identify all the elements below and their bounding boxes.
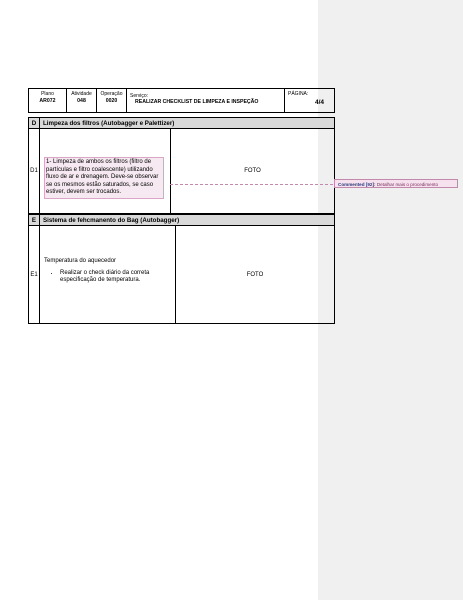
atividade-label: Atividade — [71, 91, 92, 97]
pagina-cell: PÁGINA: 4/4 — [284, 88, 335, 113]
row-id-e1: E1 — [28, 225, 40, 324]
pagina-label: PÁGINA: — [288, 91, 309, 97]
e1-photo-placeholder: FOTO — [174, 225, 336, 324]
operacao-value: 0020 — [105, 98, 118, 104]
row-id-d1: D1 — [28, 128, 40, 214]
section-d-title: Limpeza dos filtros (Autobagger e Palett… — [39, 117, 335, 129]
comment-connector-line — [170, 184, 333, 185]
comments-pane — [318, 0, 463, 600]
section-d-letter: D — [28, 117, 40, 129]
atividade-value: 048 — [77, 98, 86, 104]
pagina-value: 4/4 — [314, 99, 324, 106]
section-e-table: E Sistema de fehcmanento do Bag (Autobag… — [28, 214, 336, 324]
section-e-title: Sistema de fehcmanento do Bag (Autobagge… — [38, 214, 336, 226]
e1-bullet-list: Realizar o check diário da correta espec… — [44, 270, 169, 285]
operacao-cell: Operação 0020 — [96, 88, 127, 113]
d1-commented-text[interactable]: 1- Limpeza de ambos os filtros (filtro d… — [44, 157, 164, 199]
comment-text: Detalhar mais o procedimento — [376, 182, 439, 187]
d1-photo-placeholder: FOTO — [170, 128, 335, 214]
comment-author: Commented [92]: — [338, 182, 376, 187]
e1-intro: Temperatura do aquecedor — [44, 258, 117, 264]
plano-value: AR072 — [39, 98, 56, 104]
servico-cell: Serviço: REALIZAR CHECKLIST DE LIMPEZA E… — [126, 88, 285, 113]
section-d-table: D Limpeza dos filtros (Autobagger e Pale… — [28, 117, 335, 214]
comment-balloon[interactable]: Commented [92]: Detalhar mais o procedim… — [334, 179, 458, 188]
plano-label: Plano — [41, 91, 54, 97]
servico-value: REALIZAR CHECKLIST DE LIMPEZA E INSPEÇÃO — [135, 99, 259, 105]
d1-description-cell: 1- Limpeza de ambos os filtros (filtro d… — [39, 128, 171, 214]
document-header-table: Plano AR072 Atividade 048 Operação 0020 … — [28, 88, 335, 113]
e1-description-cell: Temperatura do aquecedor Realizar o chec… — [39, 225, 176, 324]
plano-cell: Plano AR072 — [28, 88, 67, 113]
e1-bullet-item: Realizar o check diário da correta espec… — [60, 270, 169, 285]
section-e-letter: E — [28, 214, 40, 226]
operacao-label: Operação — [100, 91, 123, 97]
atividade-cell: Atividade 048 — [66, 88, 97, 113]
e1-description: Temperatura do aquecedor Realizar o chec… — [40, 226, 175, 285]
